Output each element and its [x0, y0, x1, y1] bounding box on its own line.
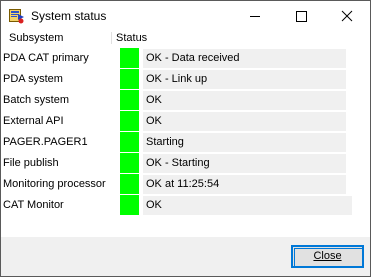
minimize-icon	[250, 16, 260, 17]
subsystem-name: Monitoring processor	[3, 178, 106, 190]
subsystem-name: CAT Monitor	[3, 199, 64, 211]
status-text: OK - Data received	[146, 52, 240, 64]
column-header-status[interactable]: Status	[116, 31, 147, 45]
status-indicator	[120, 174, 139, 194]
status-text: OK	[146, 115, 162, 127]
status-text: OK at 11:25:54	[146, 178, 220, 190]
window-title: System status	[31, 9, 107, 23]
status-text: OK - Link up	[146, 73, 208, 85]
column-divider[interactable]	[111, 32, 112, 44]
close-button-label: Close	[313, 250, 342, 262]
close-button[interactable]: Close	[291, 245, 364, 268]
status-indicator	[120, 90, 139, 110]
close-icon	[341, 10, 353, 22]
table-row: File publish OK - Starting	[1, 153, 370, 174]
status-indicator	[120, 69, 139, 89]
status-field: OK	[143, 196, 352, 215]
status-field: OK	[143, 91, 346, 110]
status-field: OK	[143, 112, 346, 131]
minimize-button[interactable]	[232, 1, 278, 31]
dialog-body: Subsystem Status PDA CAT primary OK - Da…	[1, 31, 370, 276]
status-indicator	[120, 153, 139, 173]
maximize-icon	[296, 11, 307, 22]
subsystem-name: PDA CAT primary	[3, 52, 89, 64]
list-header: Subsystem Status	[1, 31, 370, 45]
status-indicator	[120, 48, 139, 68]
table-row: External API OK	[1, 111, 370, 132]
close-window-button[interactable]	[324, 1, 370, 31]
status-field: OK at 11:25:54	[143, 175, 346, 194]
subsystem-name: External API	[3, 115, 64, 127]
app-icon	[9, 8, 25, 24]
table-row: Monitoring processor OK at 11:25:54	[1, 174, 370, 195]
table-row: PDA CAT primary OK - Data received	[1, 48, 370, 69]
status-text: Starting	[146, 136, 184, 148]
status-text: OK	[146, 199, 162, 211]
maximize-button[interactable]	[278, 1, 324, 31]
status-field: OK - Link up	[143, 70, 346, 89]
table-row: PDA system OK - Link up	[1, 69, 370, 90]
status-field: OK - Data received	[143, 49, 346, 68]
column-header-subsystem[interactable]: Subsystem	[9, 31, 63, 45]
subsystem-name: PAGER.PAGER1	[3, 136, 88, 148]
status-text: OK - Starting	[146, 157, 210, 169]
status-text: OK	[146, 94, 162, 106]
subsystem-name: Batch system	[3, 94, 70, 106]
table-row: Batch system OK	[1, 90, 370, 111]
status-list: Subsystem Status PDA CAT primary OK - Da…	[1, 31, 370, 237]
table-row: CAT Monitor OK	[1, 195, 370, 216]
table-row: PAGER.PAGER1 Starting	[1, 132, 370, 153]
status-indicator	[120, 132, 139, 152]
status-field: OK - Starting	[143, 154, 346, 173]
status-indicator	[120, 111, 139, 131]
status-indicator	[120, 195, 139, 215]
subsystem-name: File publish	[3, 157, 59, 169]
status-field: Starting	[143, 133, 346, 152]
subsystem-name: PDA system	[3, 73, 63, 85]
title-bar[interactable]: System status	[1, 1, 370, 31]
system-status-window: System status Subsystem Status PDA CAT p…	[0, 0, 371, 277]
